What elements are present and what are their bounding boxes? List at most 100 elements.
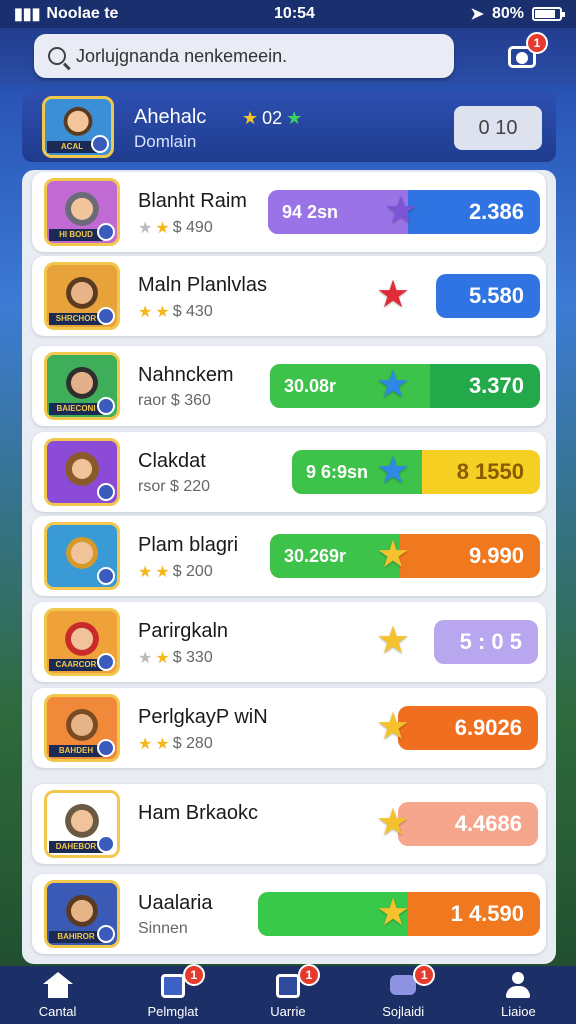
notification-badge: 1 (413, 964, 436, 986)
rank-icon (97, 653, 115, 671)
score-pill[interactable]: 5 : 0 5 (434, 620, 538, 664)
row-sub-text: $ 490 (172, 219, 213, 236)
row-player-name: Ham Brkaokc (138, 802, 259, 824)
avatar-label: BAHIROR (49, 931, 103, 943)
carrier-name: Noolae te (46, 5, 119, 22)
avatar-label: HI BOUD (49, 229, 103, 241)
player-avatar: CAARCOR (44, 608, 120, 676)
star-icon: ★ (376, 706, 411, 748)
star-icon: ★ (376, 802, 411, 844)
player-score-button[interactable]: 0 10 (454, 106, 542, 150)
star-icon: ★ (155, 304, 170, 321)
star-icon: ★ (155, 564, 170, 581)
rank-icon (97, 307, 115, 325)
user-icon (503, 972, 533, 1000)
nav-item-profile[interactable]: Liaioe (468, 970, 568, 1024)
notification-badge: 1 (297, 964, 320, 986)
star-icon: ★ (138, 736, 153, 753)
bottom-navigation: Cantal 1 Pelmglat 1 Uarrie 1 Sojlaidi Li… (0, 964, 576, 1024)
leaderboard-row[interactable]: DAHEBOR Ham Brkaokc 4.4686 ★ (32, 784, 546, 864)
player-avatar: HI BOUD (44, 178, 120, 246)
player-avatar: SHRCHOR (44, 262, 120, 330)
row-player-name: Uaalaria (138, 892, 213, 914)
star-icon: ★ (138, 650, 153, 667)
avatar-label: DAHEBOR (49, 841, 103, 853)
player-avatar: BAHDEH (44, 694, 120, 762)
signal-icon: ▮▮▮ (14, 6, 41, 23)
avatar-label: CAARCOR (49, 659, 103, 671)
score-value: 8 1550 (456, 459, 524, 484)
row-player-name: Maln Planlvlas (138, 274, 267, 296)
row-subtitle: rsor $ 220 (138, 478, 210, 496)
score-value: 6.9026 (454, 715, 522, 740)
avatar-label: BAIECONI (49, 403, 103, 415)
score-value: 2.386 (468, 199, 524, 224)
row-player-name: Plam blagri (138, 534, 239, 556)
star-icon: ★ (286, 108, 303, 128)
score-value: 5.580 (468, 283, 524, 308)
leaderboard-row[interactable]: Clakdat rsor $ 220 9 6:9sn 8 1550 ★ (32, 432, 546, 512)
star-icon: ★ (155, 220, 170, 237)
row-subtitle: raor $ 360 (138, 392, 211, 410)
score-pill[interactable]: 4.4686 (398, 802, 538, 846)
score-value: 9.990 (468, 543, 524, 568)
row-player-name: Clakdat (138, 450, 206, 472)
leaderboard-row[interactable]: SHRCHOR Maln Planlvlas ★ ★ $ 430 5.580 ★ (32, 256, 546, 336)
status-bar: ▮▮▮ Noolae te 10:54 ➤ 80% (0, 0, 576, 28)
camera-lens (516, 52, 528, 64)
score-pill[interactable]: 5.580 (436, 274, 540, 318)
leaderboard-row[interactable]: HI BOUD Blanht Raim ★ ★ $ 490 94 2sn 2.386 ★ (32, 172, 546, 252)
nav-label: Uarrie (270, 1004, 306, 1019)
row-subtitle: ★ ★ $ 330 (138, 648, 213, 668)
score-value: 1 4.590 (450, 901, 524, 926)
score-pill[interactable]: 6.9026 (398, 706, 538, 750)
rank-icon (97, 739, 115, 757)
star-icon: ★ (155, 650, 170, 667)
nav-item-chat[interactable]: 1 Sojlaidi (353, 964, 453, 1024)
player-avatar (44, 438, 120, 506)
nav-item-home[interactable]: Cantal (8, 970, 108, 1024)
star-icon: ★ (138, 220, 153, 237)
player-card[interactable]: ACAL Ahehalc Domlain ★ 02 ★ 0 10 (22, 92, 556, 162)
leaderboard-row[interactable]: BAHDEH PerlgkayP wiN ★ ★ $ 280 6.9026 ★ (32, 688, 546, 768)
battery-icon (531, 7, 565, 21)
star-icon: ★ (155, 736, 170, 753)
star-icon: ★ (138, 304, 153, 321)
rank-icon (97, 567, 115, 585)
nav-label: Sojlaidi (382, 1004, 425, 1019)
row-sub-text: $ 330 (172, 649, 213, 666)
player-stars: ★ 02 ★ (242, 108, 302, 129)
rank-icon (97, 835, 115, 853)
leaderboard-row[interactable]: BAIECONI Nahnckem raor $ 360 30.08r 3.370 ★ (32, 346, 546, 426)
row-sub-text: rsor $ 220 (138, 478, 211, 495)
player-avatar: ACAL (42, 96, 114, 158)
avatar-label: ACAL (47, 141, 97, 153)
player-avatar (44, 522, 120, 590)
nav-label: Cantal (38, 1004, 77, 1019)
search-bar[interactable]: Jorlujgnanda nenkemeein. (34, 34, 454, 78)
player-star-count: 02 (262, 108, 283, 128)
player-avatar: BAIECONI (44, 352, 120, 420)
player-avatar: DAHEBOR (44, 790, 120, 858)
player-subtitle: Domlain (134, 132, 197, 151)
row-player-name: PerlgkayP wiN (138, 706, 268, 728)
star-icon: ★ (242, 108, 259, 128)
row-sub-text: $ 430 (172, 303, 213, 320)
camera-button[interactable]: 1 (506, 32, 548, 72)
score-value: 5 : 0 5 (459, 629, 522, 654)
star-icon: ★ (376, 534, 411, 576)
rank-icon (97, 397, 115, 415)
nav-item-camera[interactable]: 1 Uarrie (238, 964, 338, 1024)
player-avatar: BAHIROR (44, 880, 120, 948)
rank-icon (97, 925, 115, 943)
score-value: 4.4686 (454, 811, 522, 836)
leaderboard-row[interactable]: Plam blagri ★ ★ $ 200 30.269r 9.990 ★ (32, 516, 546, 596)
leaderboard-row[interactable]: CAARCOR Parirgkaln ★ ★ $ 330 5 : 0 5 ★ (32, 602, 546, 682)
search-icon (48, 47, 66, 65)
score-pill[interactable]: 9 6:9sn 8 1550 (292, 450, 540, 494)
nav-label: Pelmglat (147, 1004, 199, 1019)
leaderboard-row[interactable]: BAHIROR Uaalaria Sinnen 1 4.590 ★ (32, 874, 546, 954)
status-time: 10:54 (274, 5, 315, 22)
row-sub-text: raor $ 360 (138, 392, 211, 409)
nav-item-gallery[interactable]: 1 Pelmglat (123, 964, 223, 1024)
